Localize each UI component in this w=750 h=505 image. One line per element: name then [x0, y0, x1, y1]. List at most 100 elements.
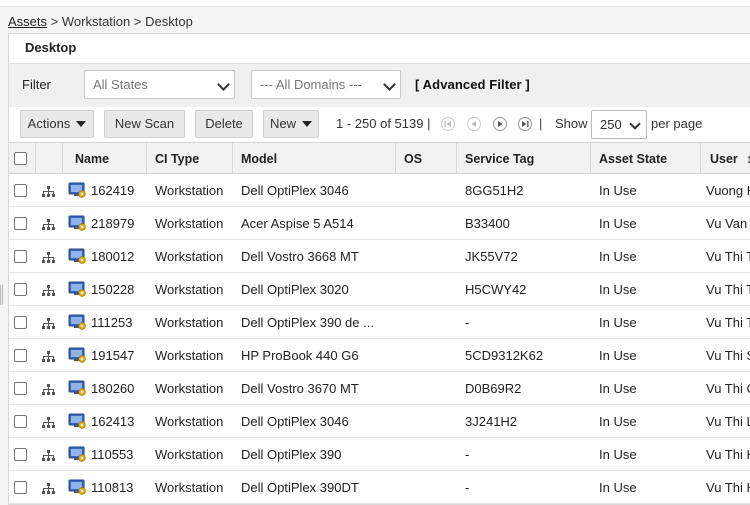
actions-label: Actions: [27, 116, 71, 131]
cell-name[interactable]: 180260: [84, 372, 147, 404]
per-page-select[interactable]: 250: [591, 110, 647, 139]
cell-user: Vu Thi K: [706, 447, 750, 462]
cell-service-tag: JK55V72: [465, 249, 518, 264]
cell-name[interactable]: 110813: [84, 471, 147, 503]
table-row[interactable]: 162419 Workstation Dell OptiPlex 3046 8GG51…: [9, 174, 750, 207]
cell-asset-state: In Use: [599, 315, 637, 330]
cell-model: Dell Vostro 3670 MT: [241, 381, 359, 396]
filter-bar: Filter All States --- All Domains --- [ …: [9, 63, 750, 109]
cell-user: Vuong H: [706, 183, 750, 198]
row-checkbox[interactable]: [14, 415, 27, 428]
chevron-down-icon: [217, 78, 230, 91]
table-row[interactable]: 150228 Workstation Dell OptiPlex 3020 H5CWY…: [9, 273, 750, 306]
cell-name[interactable]: 162419: [84, 174, 147, 206]
cell-asset-state: In Use: [599, 381, 637, 396]
cell-name[interactable]: 191547: [84, 339, 147, 371]
chevron-down-icon: [383, 78, 396, 91]
table-row[interactable]: 162413 Workstation Dell OptiPlex 3046 3J241…: [9, 405, 750, 438]
resize-grip-icon[interactable]: [0, 283, 4, 307]
advanced-filter-link[interactable]: [ Advanced Filter ]: [415, 77, 530, 92]
network-topology-icon[interactable]: [42, 383, 55, 398]
cell-service-tag: H5CWY42: [465, 282, 527, 297]
caret-down-icon: [76, 121, 87, 127]
cell-user: Vu Thi L: [706, 414, 750, 429]
breadcrumb-assets-link[interactable]: Assets: [8, 14, 47, 29]
cell-name[interactable]: 111253: [84, 306, 147, 338]
cell-model: Acer Aspise 5 A514: [241, 216, 354, 231]
network-topology-icon[interactable]: [42, 251, 55, 266]
column-header-asset-state[interactable]: Asset State: [591, 143, 701, 174]
table-row[interactable]: 180260 Workstation Dell Vostro 3670 MT D0B6…: [9, 372, 750, 405]
row-checkbox[interactable]: [14, 283, 27, 296]
column-header-model[interactable]: Model: [233, 143, 396, 174]
row-checkbox[interactable]: [14, 316, 27, 329]
cell-ci-type: Workstation: [155, 348, 224, 363]
cell-ci-type: Workstation: [155, 381, 224, 396]
table-row[interactable]: 218979 Workstation Acer Aspise 5 A514 B3340…: [9, 207, 750, 240]
cell-ci-type: Workstation: [155, 183, 224, 198]
state-filter-value: All States: [93, 77, 148, 92]
column-header-name[interactable]: Name: [63, 143, 147, 174]
cell-name[interactable]: 150228: [84, 273, 147, 305]
column-header-os[interactable]: OS: [396, 143, 457, 174]
column-header-user[interactable]: User ↕: [701, 143, 750, 174]
cell-service-tag: -: [465, 447, 470, 462]
table-row[interactable]: 111253 Workstation Dell OptiPlex 390 de ..…: [9, 306, 750, 339]
network-topology-icon[interactable]: [42, 218, 55, 233]
previous-page-icon[interactable]: [467, 117, 481, 131]
cell-service-tag: 8GG51H2: [465, 183, 524, 198]
network-topology-icon[interactable]: [42, 416, 55, 431]
cell-name[interactable]: 162413: [84, 405, 147, 437]
network-topology-icon[interactable]: [42, 284, 55, 299]
delete-button[interactable]: Delete: [195, 110, 253, 138]
cell-asset-state: In Use: [599, 348, 637, 363]
cell-name[interactable]: 110553: [84, 438, 147, 470]
caret-down-icon: [302, 121, 312, 127]
network-topology-icon[interactable]: [42, 317, 55, 332]
chevron-down-icon: [629, 118, 641, 130]
cell-name[interactable]: 180012: [84, 240, 147, 272]
cell-model: Dell OptiPlex 390DT: [241, 480, 359, 495]
first-page-icon[interactable]: [441, 117, 455, 131]
network-topology-icon[interactable]: [42, 185, 55, 200]
row-checkbox[interactable]: [14, 250, 27, 263]
table-row[interactable]: 110813 Workstation Dell OptiPlex 390DT - In …: [9, 471, 750, 504]
row-checkbox[interactable]: [14, 217, 27, 230]
cell-os: [396, 405, 457, 437]
cell-service-tag: -: [465, 315, 470, 330]
cell-ci-type: Workstation: [155, 447, 224, 462]
breadcrumb-current: Desktop: [145, 14, 193, 29]
last-page-icon[interactable]: [518, 117, 532, 131]
column-header-ci-type[interactable]: CI Type: [147, 143, 233, 174]
row-checkbox[interactable]: [14, 184, 27, 197]
cell-asset-state: In Use: [599, 282, 637, 297]
table-row[interactable]: 180012 Workstation Dell Vostro 3668 MT JK55…: [9, 240, 750, 273]
cell-model: Dell OptiPlex 3046: [241, 183, 349, 198]
network-topology-icon[interactable]: [42, 350, 55, 365]
table-row[interactable]: 110553 Workstation Dell OptiPlex 390 - In Us…: [9, 438, 750, 471]
row-checkbox[interactable]: [14, 349, 27, 362]
cell-asset-state: In Use: [599, 216, 637, 231]
row-checkbox[interactable]: [14, 448, 27, 461]
page-title: Desktop: [25, 40, 77, 55]
cell-name[interactable]: 218979: [84, 207, 147, 239]
new-button[interactable]: New: [263, 110, 319, 138]
state-filter-select[interactable]: All States: [84, 70, 235, 99]
cell-os: [396, 438, 457, 470]
new-scan-button[interactable]: New Scan: [104, 110, 185, 138]
network-topology-icon[interactable]: [42, 449, 55, 464]
breadcrumb: Assets > Workstation > Desktop: [8, 14, 193, 29]
column-header-service-tag[interactable]: Service Tag: [457, 143, 591, 174]
domain-filter-select[interactable]: --- All Domains ---: [251, 70, 401, 99]
table-row[interactable]: 191547 Workstation HP ProBook 440 G6 5CD931…: [9, 339, 750, 372]
actions-button[interactable]: Actions: [20, 110, 94, 138]
cell-service-tag: -: [465, 480, 470, 495]
next-page-icon[interactable]: [493, 117, 507, 131]
cell-asset-state: In Use: [599, 183, 637, 198]
row-checkbox[interactable]: [14, 481, 27, 494]
sort-icon[interactable]: ↕: [746, 143, 750, 174]
cell-service-tag: 5CD9312K62: [465, 348, 544, 363]
select-all-checkbox[interactable]: [14, 152, 27, 165]
row-checkbox[interactable]: [14, 382, 27, 395]
cell-ci-type: Workstation: [155, 480, 224, 495]
